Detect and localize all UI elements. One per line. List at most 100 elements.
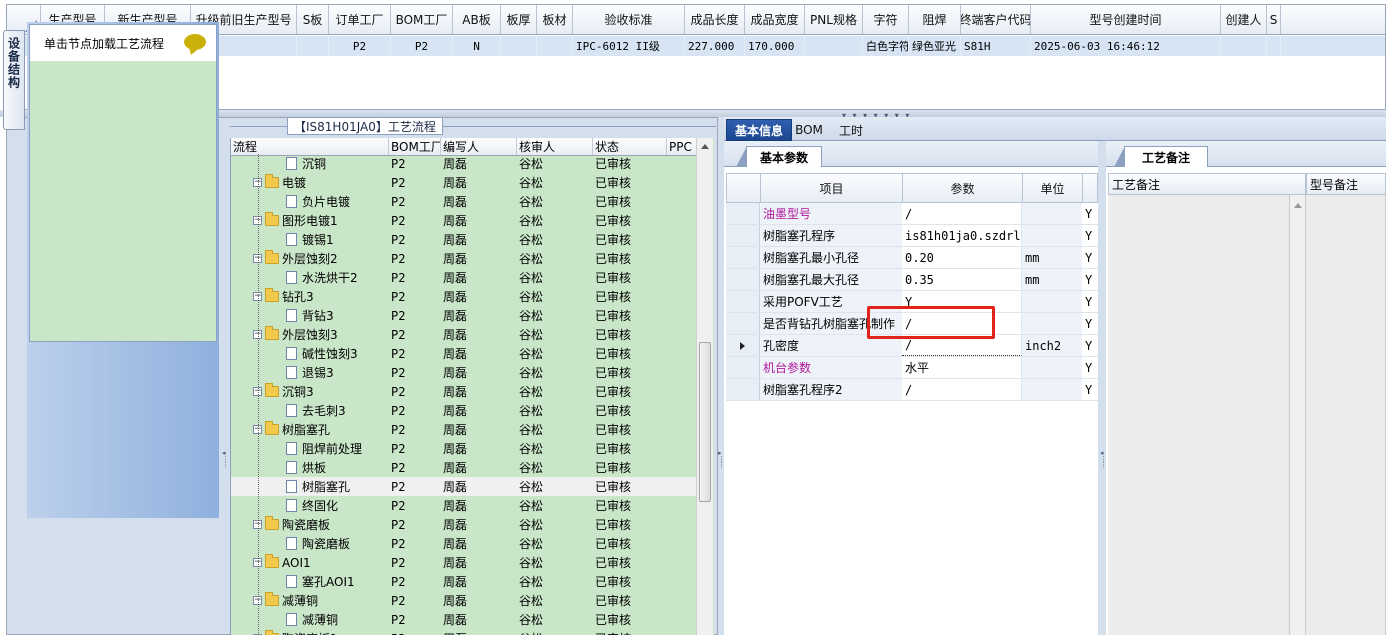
tree-row[interactable]: 退锡3 P2 周磊 谷松 已审核 bbox=[231, 363, 697, 382]
grid-cell[interactable]: 白色字符 bbox=[863, 36, 909, 56]
tree-row[interactable]: 沉铜 P2 周磊 谷松 已审核 bbox=[231, 154, 697, 173]
column-header[interactable]: 验收标准 bbox=[573, 5, 685, 34]
vtab-equipment-structure[interactable]: 设备结构 bbox=[3, 30, 25, 130]
param-value[interactable]: 0.20 bbox=[902, 247, 1022, 268]
tree-node[interactable]: 塞孔AOI1 bbox=[231, 572, 389, 591]
tree-node[interactable]: 阻焊前处理 bbox=[231, 439, 389, 458]
tree-node[interactable]: 碱性蚀刻3 bbox=[231, 344, 389, 363]
grid-cell[interactable] bbox=[805, 36, 863, 56]
tree-row[interactable]: − 外层蚀刻3 P2 周磊 谷松 已审核 bbox=[231, 325, 697, 344]
tree-node[interactable]: 终固化 bbox=[231, 496, 389, 515]
column-header[interactable]: 订单工厂 bbox=[329, 5, 391, 34]
tree-node[interactable]: − 电镀 bbox=[231, 173, 389, 192]
tree-node[interactable]: 陶瓷磨板 bbox=[231, 534, 389, 553]
grid-cell[interactable]: P2 bbox=[391, 36, 453, 56]
param-value[interactable]: / bbox=[902, 335, 1022, 356]
tree-row[interactable]: 负片电镀 P2 周磊 谷松 已审核 bbox=[231, 192, 697, 211]
splitter-grip-icon[interactable]: ▸ ⋮ ⋮ bbox=[718, 450, 725, 469]
tree-row[interactable]: − 陶瓷磨板 P2 周磊 谷松 已审核 bbox=[231, 515, 697, 534]
tree-row[interactable]: − AOI1 P2 周磊 谷松 已审核 bbox=[231, 553, 697, 572]
grid-cell[interactable]: P2 bbox=[329, 36, 391, 56]
column-header[interactable]: 字符 bbox=[863, 5, 909, 34]
column-header[interactable]: PNL规格 bbox=[805, 5, 863, 34]
tree-node[interactable]: 镀锡1 bbox=[231, 230, 389, 249]
row-selector[interactable] bbox=[726, 291, 760, 312]
splitter-grip-icon[interactable]: ◂ ⋮ ⋮ bbox=[222, 450, 229, 469]
tab-work-hours[interactable]: 工时 bbox=[832, 119, 870, 141]
row-selector[interactable] bbox=[726, 203, 760, 224]
param-value[interactable]: 水平 bbox=[902, 357, 1022, 378]
tree-column-header[interactable]: 流程 bbox=[231, 138, 389, 155]
param-row[interactable]: 树脂塞孔程序2/ Y bbox=[726, 379, 1098, 401]
tree-row[interactable]: − 电镀 P2 周磊 谷松 已审核 bbox=[231, 173, 697, 192]
tree-row[interactable]: − 外层蚀刻2 P2 周磊 谷松 已审核 bbox=[231, 249, 697, 268]
grid-cell[interactable]: 227.000 bbox=[685, 36, 745, 56]
tab-basic-info[interactable]: 基本信息 bbox=[726, 119, 792, 141]
param-value[interactable]: Y bbox=[902, 291, 1022, 312]
notes-scrollbar[interactable] bbox=[1290, 195, 1306, 635]
grid-cell[interactable]: 170.000 bbox=[745, 36, 805, 56]
grid-cell[interactable]: 绿色亚光 bbox=[909, 36, 961, 56]
param-row[interactable]: 树脂塞孔最大孔径 0.35 mm Y bbox=[726, 269, 1098, 291]
row-selector[interactable] bbox=[726, 225, 760, 246]
param-row[interactable]: 树脂塞孔最小孔径 0.20 mm Y bbox=[726, 247, 1098, 269]
grid-cell[interactable] bbox=[501, 36, 537, 56]
process-load-box[interactable]: 单击节点加载工艺流程 bbox=[29, 24, 217, 342]
tree-column-header[interactable]: BOM工厂 bbox=[389, 138, 441, 155]
param-header-unit[interactable]: 单位 bbox=[1023, 174, 1083, 202]
tree-node[interactable]: − AOI1 bbox=[231, 553, 389, 572]
column-header[interactable]: 板材 bbox=[537, 5, 573, 34]
notes-header-model[interactable]: 型号备注 bbox=[1306, 173, 1386, 195]
notes-header-process[interactable]: 工艺备注 bbox=[1108, 173, 1306, 195]
tree-row[interactable]: 背钻3 P2 周磊 谷松 已审核 bbox=[231, 306, 697, 325]
row-selector[interactable] bbox=[726, 313, 760, 334]
param-value[interactable]: / bbox=[902, 379, 1022, 400]
tree-node[interactable]: − 陶瓷磨板 bbox=[231, 515, 389, 534]
tree-row[interactable]: 陶瓷磨板 P2 周磊 谷松 已审核 bbox=[231, 534, 697, 553]
tree-row[interactable]: 阻焊前处理 P2 周磊 谷松 已审核 bbox=[231, 439, 697, 458]
tree-row[interactable]: 减薄铜 P2 周磊 谷松 已审核 bbox=[231, 610, 697, 629]
tree-column-header[interactable]: 编写人 bbox=[441, 138, 517, 155]
param-row[interactable]: 是否背钻孔树脂塞孔制作 / Y bbox=[726, 313, 1098, 335]
tree-row[interactable]: 镀锡1 P2 周磊 谷松 已审核 bbox=[231, 230, 697, 249]
tree-row[interactable]: − 树脂塞孔 P2 周磊 谷松 已审核 bbox=[231, 420, 697, 439]
param-row[interactable]: 孔密度 / inch2 Y bbox=[726, 335, 1098, 357]
param-value[interactable]: is81h01ja0.szdrl bbox=[902, 225, 1022, 246]
tree-scrollbar[interactable] bbox=[696, 138, 713, 635]
tree-node[interactable]: − 图形电镀1 bbox=[231, 211, 389, 230]
tree-row[interactable]: 终固化 P2 周磊 谷松 已审核 bbox=[231, 496, 697, 515]
tree-column-header[interactable]: 状态 bbox=[593, 138, 667, 155]
tree-node[interactable]: 烘板 bbox=[231, 458, 389, 477]
row-selector[interactable] bbox=[726, 247, 760, 268]
tree-row[interactable]: − 图形电镀1 P2 周磊 谷松 已审核 bbox=[231, 211, 697, 230]
param-row[interactable]: 采用POFV工艺 Y Y bbox=[726, 291, 1098, 313]
splitter-grip-icon[interactable]: ◂ ⋮ ⋮ bbox=[1100, 450, 1107, 469]
tree-node[interactable]: −陶瓷磨板1 bbox=[231, 629, 389, 635]
scroll-thumb[interactable] bbox=[699, 342, 711, 502]
tree-node[interactable]: − 外层蚀刻3 bbox=[231, 325, 389, 344]
tree-row[interactable]: − 减薄铜 P2 周磊 谷松 已审核 bbox=[231, 591, 697, 610]
param-header-item[interactable]: 项目 bbox=[761, 174, 903, 202]
tab-basic-params[interactable]: 基本参数 bbox=[736, 146, 822, 167]
column-header[interactable]: 创建人 bbox=[1221, 5, 1267, 34]
row-selector[interactable] bbox=[726, 379, 760, 400]
param-header-value[interactable]: 参数 bbox=[903, 174, 1023, 202]
tree-column-header[interactable]: 核审人 bbox=[517, 138, 593, 155]
param-value[interactable]: / bbox=[902, 203, 1022, 224]
column-header[interactable]: 成品宽度 bbox=[745, 5, 805, 34]
grid-cell[interactable]: IPC-6012 II级 bbox=[573, 36, 685, 56]
param-value[interactable]: / bbox=[902, 313, 1022, 334]
param-value[interactable]: 0.35 bbox=[902, 269, 1022, 290]
tree-row[interactable]: −陶瓷磨板1 P2周磊谷松已审核 bbox=[231, 629, 697, 635]
row-selector[interactable] bbox=[726, 269, 760, 290]
tree-node[interactable]: 减薄铜 bbox=[231, 610, 389, 629]
tree-row[interactable]: 树脂塞孔 P2 周磊 谷松 已审核 bbox=[231, 477, 697, 496]
row-selector[interactable] bbox=[726, 357, 760, 378]
tree-node[interactable]: 去毛刺3 bbox=[231, 401, 389, 420]
tree-node[interactable]: 退锡3 bbox=[231, 363, 389, 382]
tree-node[interactable]: 水洗烘干2 bbox=[231, 268, 389, 287]
tree-column-header[interactable]: PPC bbox=[667, 138, 697, 155]
tree-node[interactable]: 树脂塞孔 bbox=[231, 477, 389, 496]
tab-process-notes[interactable]: 工艺备注 bbox=[1114, 146, 1208, 167]
column-header[interactable]: 终端客户代码 bbox=[961, 5, 1031, 34]
